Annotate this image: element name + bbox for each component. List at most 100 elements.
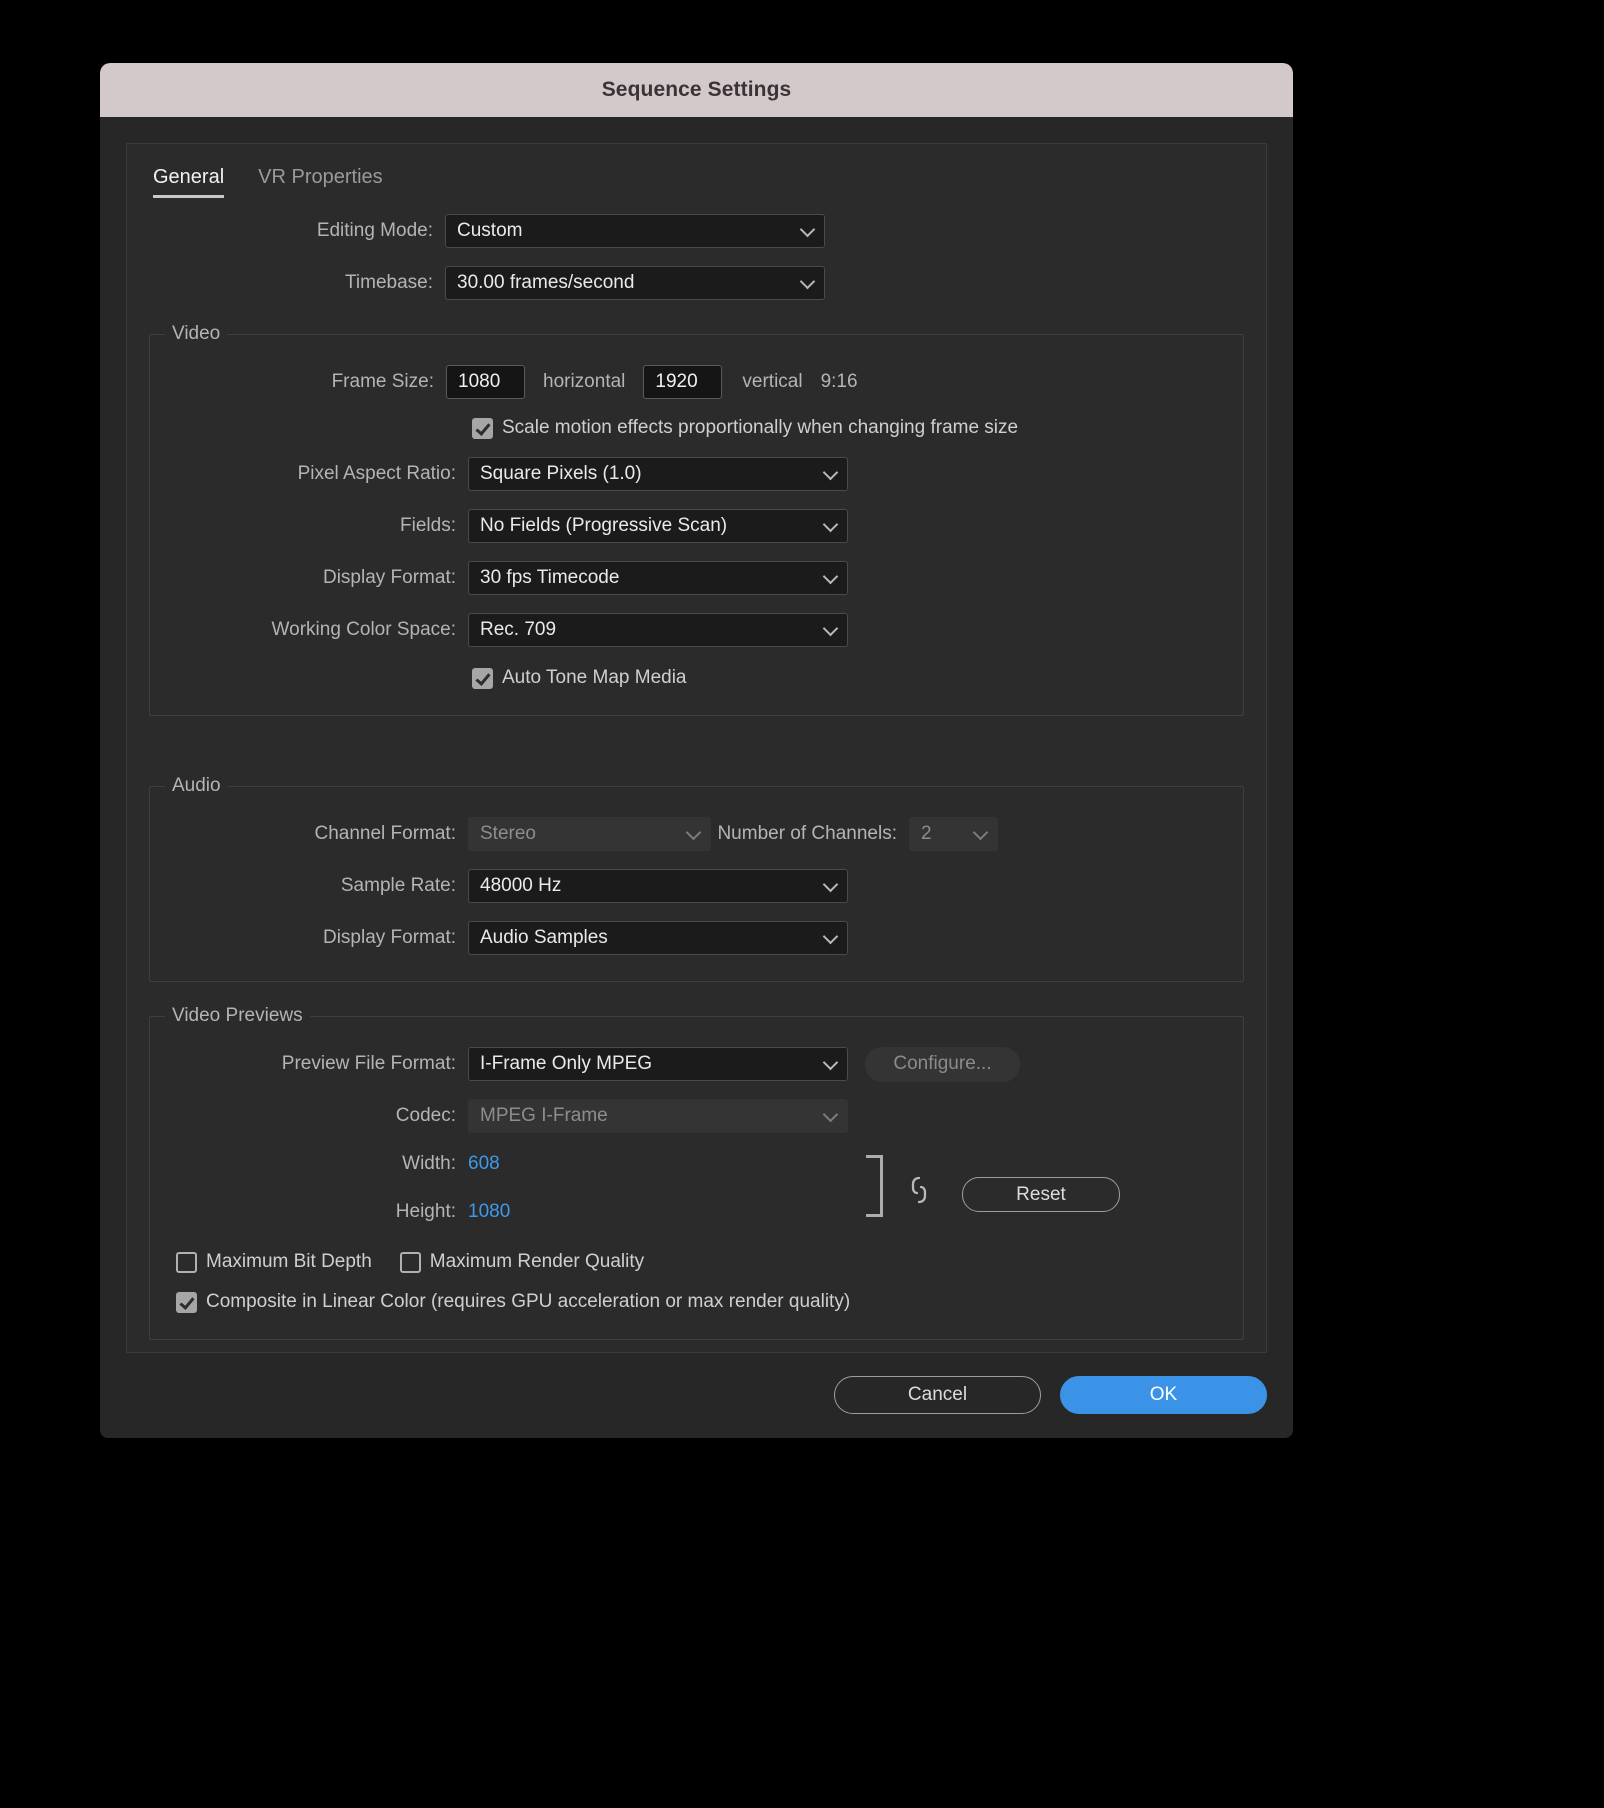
audio-display-format-select[interactable]: Audio Samples (468, 921, 848, 955)
working-color-space-label: Working Color Space: (271, 619, 456, 640)
chevron-down-icon (822, 928, 839, 945)
composite-linear-checkbox[interactable] (176, 1291, 197, 1313)
render-options-row: Maximum Bit Depth Maximum Render Quality (176, 1251, 1243, 1273)
sample-rate-label: Sample Rate: (340, 875, 456, 896)
channel-format-select: Stereo (468, 817, 711, 851)
fields-select[interactable]: No Fields (Progressive Scan) (468, 509, 848, 543)
audio-display-format-value: Audio Samples (480, 927, 608, 948)
dimension-link-bracket-icon (866, 1155, 883, 1217)
ok-button[interactable]: OK (1060, 1376, 1267, 1414)
chevron-down-icon (822, 568, 839, 585)
maximum-bit-depth-checkbox[interactable] (176, 1251, 197, 1273)
preview-dimensions-area: Width: 608 Height: 1080 Reset (150, 1147, 1243, 1243)
auto-tone-map-row[interactable]: Auto Tone Map Media (472, 667, 1243, 689)
pixel-aspect-value: Square Pixels (1.0) (480, 463, 642, 484)
preview-file-format-label: Preview File Format: (281, 1053, 456, 1074)
tab-bar: General VR Properties (127, 144, 1266, 198)
pixel-aspect-select[interactable]: Square Pixels (1.0) (468, 457, 848, 491)
aspect-ratio-value: 9:16 (820, 371, 858, 392)
width-row: Width: 608 (150, 1147, 1243, 1181)
auto-tone-map-checkbox[interactable] (472, 667, 493, 689)
scale-motion-row[interactable]: Scale motion effects proportionally when… (472, 417, 1243, 439)
height-value[interactable]: 1080 (468, 1201, 510, 1223)
preview-file-format-select[interactable]: I-Frame Only MPEG (468, 1047, 848, 1081)
sample-rate-row: Sample Rate: 48000 Hz (150, 869, 1243, 903)
preview-file-format-value: I-Frame Only MPEG (480, 1053, 653, 1074)
height-label: Height: (395, 1201, 456, 1222)
video-group: Video Frame Size: 1080 horizontal 1920 v… (149, 323, 1244, 716)
number-of-channels-select: 2 (909, 817, 998, 851)
preview-file-format-row: Preview File Format: I-Frame Only MPEG C… (150, 1046, 1243, 1082)
dialog-content: General VR Properties Editing Mode: Cust… (126, 143, 1267, 1353)
chevron-down-icon (822, 1054, 839, 1071)
composite-linear-label: Composite in Linear Color (requires GPU … (206, 1291, 851, 1312)
tab-general[interactable]: General (153, 166, 225, 198)
width-label: Width: (402, 1153, 456, 1174)
pixel-aspect-label: Pixel Aspect Ratio: (297, 463, 456, 484)
dialog-title: Sequence Settings (601, 78, 792, 101)
frame-width-input[interactable]: 1080 (446, 365, 525, 399)
timebase-select[interactable]: 30.00 frames/second (445, 266, 825, 300)
frame-height-input[interactable]: 1920 (643, 365, 723, 399)
fields-row: Fields: No Fields (Progressive Scan) (150, 509, 1243, 543)
timebase-label: Timebase: (345, 272, 433, 293)
sample-rate-value: 48000 Hz (480, 875, 562, 896)
dialog-titlebar: Sequence Settings (100, 63, 1293, 117)
video-display-format-row: Display Format: 30 fps Timecode (150, 561, 1243, 595)
chevron-down-icon (685, 824, 702, 841)
codec-value: MPEG I-Frame (480, 1105, 608, 1126)
codec-select: MPEG I-Frame (468, 1099, 848, 1133)
working-color-space-select[interactable]: Rec. 709 (468, 613, 848, 647)
configure-button: Configure... (865, 1046, 1020, 1082)
audio-display-format-row: Display Format: Audio Samples (150, 921, 1243, 955)
pixel-aspect-row: Pixel Aspect Ratio: Square Pixels (1.0) (150, 457, 1243, 491)
frame-size-label: Frame Size: (331, 371, 434, 392)
sequence-settings-dialog: Sequence Settings General VR Properties … (100, 63, 1293, 1438)
audio-group-legend: Audio (165, 775, 228, 797)
editing-mode-row: Editing Mode: Custom (127, 214, 1266, 248)
timebase-value: 30.00 frames/second (457, 272, 635, 293)
video-display-format-label: Display Format: (322, 567, 456, 588)
dialog-footer: Cancel OK (100, 1352, 1293, 1438)
video-previews-group-legend: Video Previews (165, 1005, 310, 1027)
chevron-down-icon (822, 464, 839, 481)
width-value[interactable]: 608 (468, 1153, 500, 1175)
maximum-bit-depth-label: Maximum Bit Depth (206, 1251, 372, 1272)
working-color-space-value: Rec. 709 (480, 619, 557, 640)
sample-rate-select[interactable]: 48000 Hz (468, 869, 848, 903)
working-color-space-row: Working Color Space: Rec. 709 (150, 613, 1243, 647)
codec-label: Codec: (395, 1105, 456, 1126)
chevron-down-icon (822, 620, 839, 637)
editing-mode-select[interactable]: Custom (445, 214, 825, 248)
timebase-row: Timebase: 30.00 frames/second (127, 266, 1266, 300)
maximum-render-quality-checkbox[interactable] (399, 1251, 421, 1273)
codec-row: Codec: MPEG I-Frame (150, 1099, 1243, 1133)
video-previews-group: Video Previews Preview File Format: I-Fr… (149, 1005, 1244, 1340)
number-of-channels-value: 2 (921, 823, 932, 844)
scale-motion-label: Scale motion effects proportionally when… (502, 417, 1019, 438)
cancel-button[interactable]: Cancel (834, 1376, 1041, 1414)
editing-mode-value: Custom (457, 220, 523, 241)
editing-mode-label: Editing Mode: (316, 220, 433, 241)
channel-format-row: Channel Format: Stereo Number of Channel… (150, 817, 1243, 851)
channel-format-label: Channel Format: (314, 823, 456, 844)
link-chain-icon[interactable] (909, 1175, 929, 1209)
chevron-down-icon (822, 876, 839, 893)
frame-size-row: Frame Size: 1080 horizontal 1920 vertica… (150, 365, 1243, 399)
number-of-channels-label: Number of Channels: (717, 823, 897, 844)
fields-label: Fields: (400, 515, 456, 536)
reset-button[interactable]: Reset (962, 1177, 1120, 1212)
video-group-legend: Video (165, 323, 228, 345)
horizontal-label: horizontal (543, 371, 626, 392)
video-display-format-value: 30 fps Timecode (480, 567, 620, 588)
video-display-format-select[interactable]: 30 fps Timecode (468, 561, 848, 595)
tab-vr-properties[interactable]: VR Properties (258, 166, 383, 198)
chevron-down-icon (822, 1106, 839, 1123)
scale-motion-checkbox[interactable] (472, 417, 493, 439)
chevron-down-icon (822, 516, 839, 533)
chevron-down-icon (972, 824, 989, 841)
composite-linear-row: Composite in Linear Color (requires GPU … (176, 1291, 1243, 1313)
auto-tone-map-label: Auto Tone Map Media (502, 667, 687, 688)
chevron-down-icon (799, 221, 816, 238)
fields-value: No Fields (Progressive Scan) (480, 515, 728, 536)
